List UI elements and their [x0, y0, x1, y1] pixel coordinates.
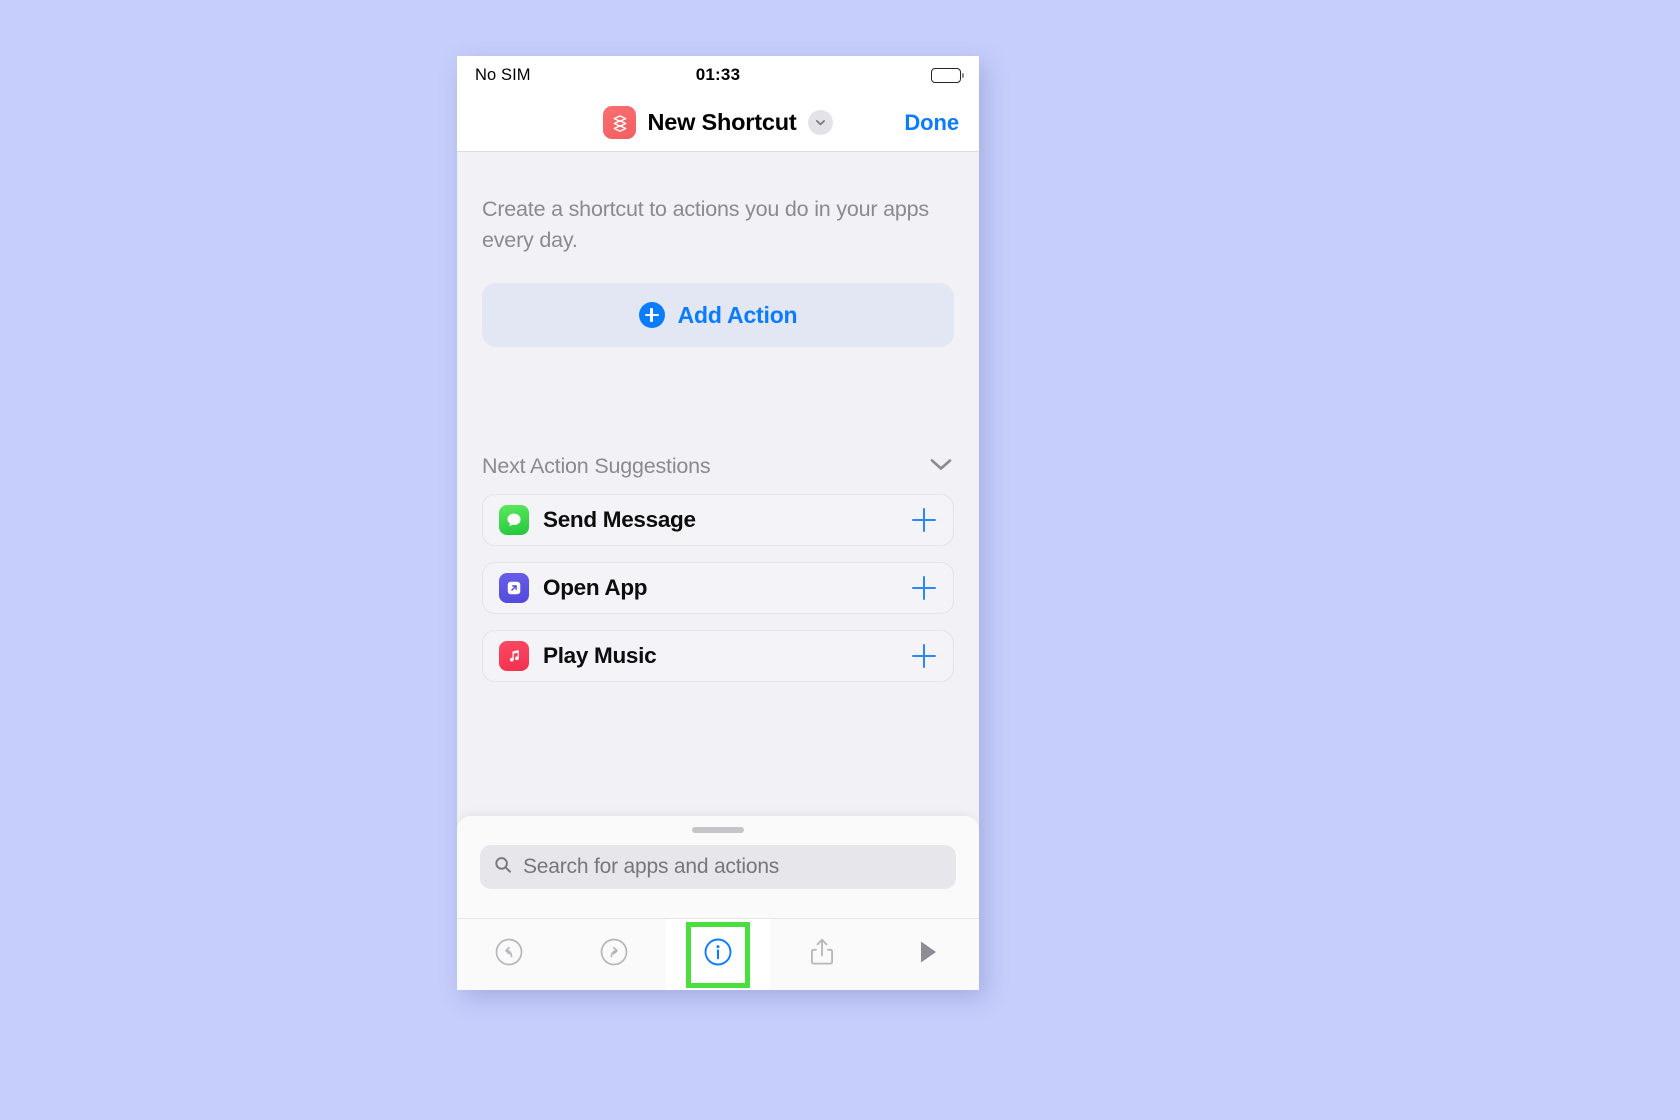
undo-icon: [492, 935, 526, 974]
search-input[interactable]: Search for apps and actions: [480, 845, 956, 889]
list-item-label: Send Message: [543, 507, 696, 532]
undo-button[interactable]: [457, 919, 561, 990]
list-item[interactable]: Open App: [482, 562, 954, 614]
bottom-toolbar: [457, 918, 979, 990]
page-title: New Shortcut: [647, 109, 797, 135]
navigation-bar: New Shortcut Done: [457, 94, 979, 152]
add-suggestion-plus-icon[interactable]: [911, 507, 937, 533]
search-placeholder: Search for apps and actions: [523, 855, 780, 878]
shortcuts-app-icon: [603, 106, 637, 139]
clock-label: 01:33: [695, 65, 741, 84]
list-item-label: Play Music: [543, 643, 657, 668]
status-bar: No SIM 01:33: [457, 56, 979, 94]
info-circle-icon: [701, 935, 735, 974]
share-button[interactable]: [770, 919, 874, 990]
suggestions-collapse-chevron-down-icon[interactable]: [928, 456, 954, 478]
main-content: Create a shortcut to actions you do in y…: [457, 152, 979, 842]
shortcut-title-group[interactable]: New Shortcut: [603, 106, 833, 139]
add-suggestion-plus-icon[interactable]: [911, 643, 937, 669]
share-icon: [805, 934, 839, 975]
add-suggestion-plus-icon[interactable]: [911, 575, 937, 601]
messages-app-icon: [499, 505, 529, 535]
play-icon: [912, 936, 942, 973]
search-icon: [493, 855, 513, 880]
play-button[interactable]: [875, 919, 979, 990]
done-button[interactable]: Done: [904, 110, 959, 136]
music-app-icon: [499, 641, 529, 671]
add-action-button[interactable]: Add Action: [482, 283, 954, 347]
list-item[interactable]: Play Music: [482, 630, 954, 682]
suggestions-header: Next Action Suggestions: [482, 454, 954, 479]
redo-button[interactable]: [561, 919, 665, 990]
info-button[interactable]: [665, 919, 771, 990]
bottom-sheet: Search for apps and actions: [457, 816, 979, 918]
list-item-label: Open App: [543, 575, 648, 600]
info-highlight-box: [686, 921, 751, 988]
redo-icon: [597, 935, 631, 974]
sheet-grabber[interactable]: [692, 827, 744, 833]
phone-screen: No SIM 01:33 New Shortcut Done Create a …: [457, 56, 979, 990]
status-indicators: [931, 67, 965, 83]
add-action-label: Add Action: [677, 301, 798, 328]
suggestions-list: Send Message Open App Play Music: [482, 494, 954, 682]
open-app-icon: [499, 573, 529, 603]
list-item[interactable]: Send Message: [482, 494, 954, 546]
suggestions-title: Next Action Suggestions: [482, 454, 711, 478]
chevron-down-icon[interactable]: [807, 110, 833, 135]
battery-full-icon: [931, 67, 965, 83]
intro-description: Create a shortcut to actions you do in y…: [482, 197, 929, 252]
plus-circle-icon: [638, 302, 665, 328]
